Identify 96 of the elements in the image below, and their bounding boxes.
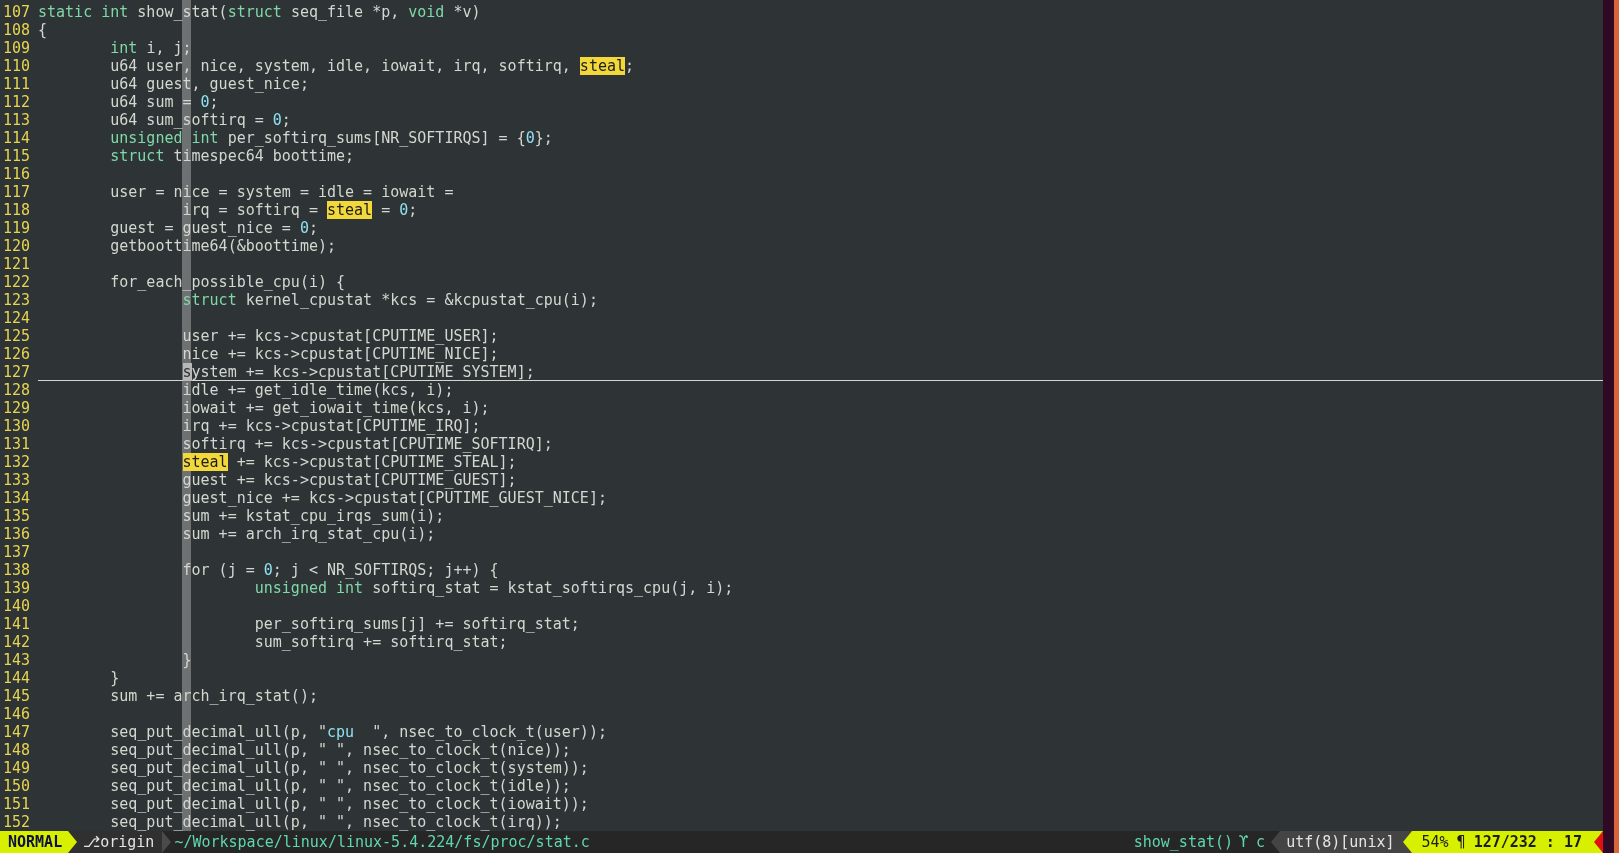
code-line: user += kcs->cpustat[CPUTIME_USER];	[181, 327, 499, 345]
mode-indicator: NORMAL	[0, 831, 69, 853]
code-line: u64 guest, guest_nice;	[109, 75, 309, 93]
code-line: sum_softirq += softirq_stat;	[253, 633, 508, 651]
line-number: 152	[2, 813, 32, 831]
line-number: 148	[2, 741, 32, 759]
code-line: for_each_possible_cpu(i) {	[109, 273, 346, 291]
code-line: sum += arch_irq_stat();	[109, 687, 318, 705]
code-line: sum += arch_irq_stat_cpu(i);	[181, 525, 436, 543]
line-number: 139	[2, 579, 32, 597]
line-number: 124	[2, 309, 32, 327]
line-number: 151	[2, 795, 32, 813]
code-line: struct kernel_cpustat *kcs = &kcpustat_cpu(i);	[181, 291, 598, 309]
line-number: 138	[2, 561, 32, 579]
line-number: 134	[2, 489, 32, 507]
line-number: 107	[2, 3, 32, 21]
line-number: 136	[2, 525, 32, 543]
code-line: seq_put_decimal_ull(p, "cpu ", nsec_to_clock_t(user));	[109, 723, 607, 741]
line-number: 146	[2, 705, 32, 723]
code-line: }	[181, 651, 192, 669]
code-line: static int show_stat(struct seq_file *p, void *v)	[38, 3, 481, 21]
line-number: 111	[2, 75, 32, 93]
code-line: iowait += get_iowait_time(kcs, i);	[181, 399, 490, 417]
code-line: system += kcs->cpustat[CPUTIME_SYSTEM];	[181, 363, 535, 381]
code-line: seq_put_decimal_ull(p, " ", nsec_to_clock_t(nice));	[109, 741, 571, 759]
tag-symbol: ϒ	[1239, 832, 1250, 853]
code-line: getboottime64(&boottime);	[109, 237, 337, 255]
line-number: 113	[2, 111, 32, 129]
line-number: 131	[2, 435, 32, 453]
code-line: u64 sum_softirq = 0;	[109, 111, 291, 129]
line-number: 114	[2, 129, 32, 147]
code-line: steal += kcs->cpustat[CPUTIME_STEAL];	[181, 453, 517, 471]
line-number: 115	[2, 147, 32, 165]
line-number: 137	[2, 543, 32, 561]
git-branch: ⎇origin	[77, 831, 163, 853]
percent-text: 54%	[1421, 832, 1449, 853]
code-line: per_softirq_sums[j] += softirq_stat;	[253, 615, 580, 633]
line-number: 147	[2, 723, 32, 741]
line-symbol: ¶	[1456, 832, 1466, 853]
line-number: 150	[2, 777, 32, 795]
line-number: 127	[2, 363, 32, 381]
code-line: irq += kcs->cpustat[CPUTIME_IRQ];	[181, 417, 481, 435]
line-number: 141	[2, 615, 32, 633]
code-line: softirq += kcs->cpustat[CPUTIME_SOFTIRQ];	[181, 435, 553, 453]
line-number: 133	[2, 471, 32, 489]
line-number: 123	[2, 291, 32, 309]
line-number: 149	[2, 759, 32, 777]
code-line: unsigned int softirq_stat = kstat_softirqs_cpu(j, i);	[253, 579, 734, 597]
code-line: {	[38, 21, 48, 39]
code-line: unsigned int per_softirq_sums[NR_SOFTIRQS] = {0};	[109, 129, 553, 147]
line-number: 118	[2, 201, 32, 219]
line-number: 110	[2, 57, 32, 75]
line-number: 117	[2, 183, 32, 201]
line-number: 112	[2, 93, 32, 111]
line-number: 130	[2, 417, 32, 435]
line-number: 122	[2, 273, 32, 291]
code-line: for (j = 0; j < NR_SOFTIRQS; j++) {	[181, 561, 499, 579]
code-line: sum += kstat_cpu_irqs_sum(i);	[181, 507, 445, 525]
line-number: 144	[2, 669, 32, 687]
line-number: 121	[2, 255, 32, 273]
code-line: seq_put_decimal_ull(p, " ", nsec_to_clock_t(iowait));	[109, 795, 589, 813]
line-number: 129	[2, 399, 32, 417]
line-number: 132	[2, 453, 32, 471]
cursor-position: 127/232 : 17	[1473, 832, 1582, 853]
filetype: c	[1256, 832, 1267, 853]
line-number: 126	[2, 345, 32, 363]
line-number: 108	[2, 21, 32, 39]
line-number: 145	[2, 687, 32, 705]
code-line: nice += kcs->cpustat[CPUTIME_NICE];	[181, 345, 499, 363]
line-number: 142	[2, 633, 32, 651]
file-path: ~/Workspace/linux/linux-5.4.224/fs/proc/stat.c	[173, 832, 590, 853]
line-number: 135	[2, 507, 32, 525]
line-number: 120	[2, 237, 32, 255]
line-number: 125	[2, 327, 32, 345]
code-line: guest = guest_nice = 0;	[109, 219, 318, 237]
code-line: user = nice = system = idle = iowait =	[109, 183, 454, 201]
line-number: 109	[2, 39, 32, 57]
code-line: guest_nice += kcs->cpustat[CPUTIME_GUEST_NICE];	[181, 489, 607, 507]
code-line: }	[109, 669, 120, 687]
code-line: struct timespec64 boottime;	[109, 147, 355, 165]
code-line: u64 sum = 0;	[109, 93, 219, 111]
code-line: idle += get_idle_time(kcs, i);	[181, 381, 454, 399]
code-line: u64 user, nice, system, idle, iowait, irq, softirq, steal;	[109, 57, 635, 75]
code-line: irq = softirq = steal = 0;	[181, 201, 418, 219]
code-line: seq_put_decimal_ull(p, " ", nsec_to_clock_t(idle));	[109, 777, 571, 795]
file-encoding: utf(8)[unix]	[1280, 831, 1403, 853]
line-number: 119	[2, 219, 32, 237]
code-line: guest += kcs->cpustat[CPUTIME_GUEST];	[181, 471, 517, 489]
line-number: 128	[2, 381, 32, 399]
code-line: seq_put_decimal_ull(p, " ", nsec_to_clock_t(irq));	[109, 813, 562, 831]
code-line: int i, j;	[109, 39, 192, 57]
function-name: show_stat()	[1133, 832, 1235, 853]
line-number: 140	[2, 597, 32, 615]
line-number: 143	[2, 651, 32, 669]
code-line: seq_put_decimal_ull(p, " ", nsec_to_clock_t(system));	[109, 759, 589, 777]
line-number: 116	[2, 165, 32, 183]
